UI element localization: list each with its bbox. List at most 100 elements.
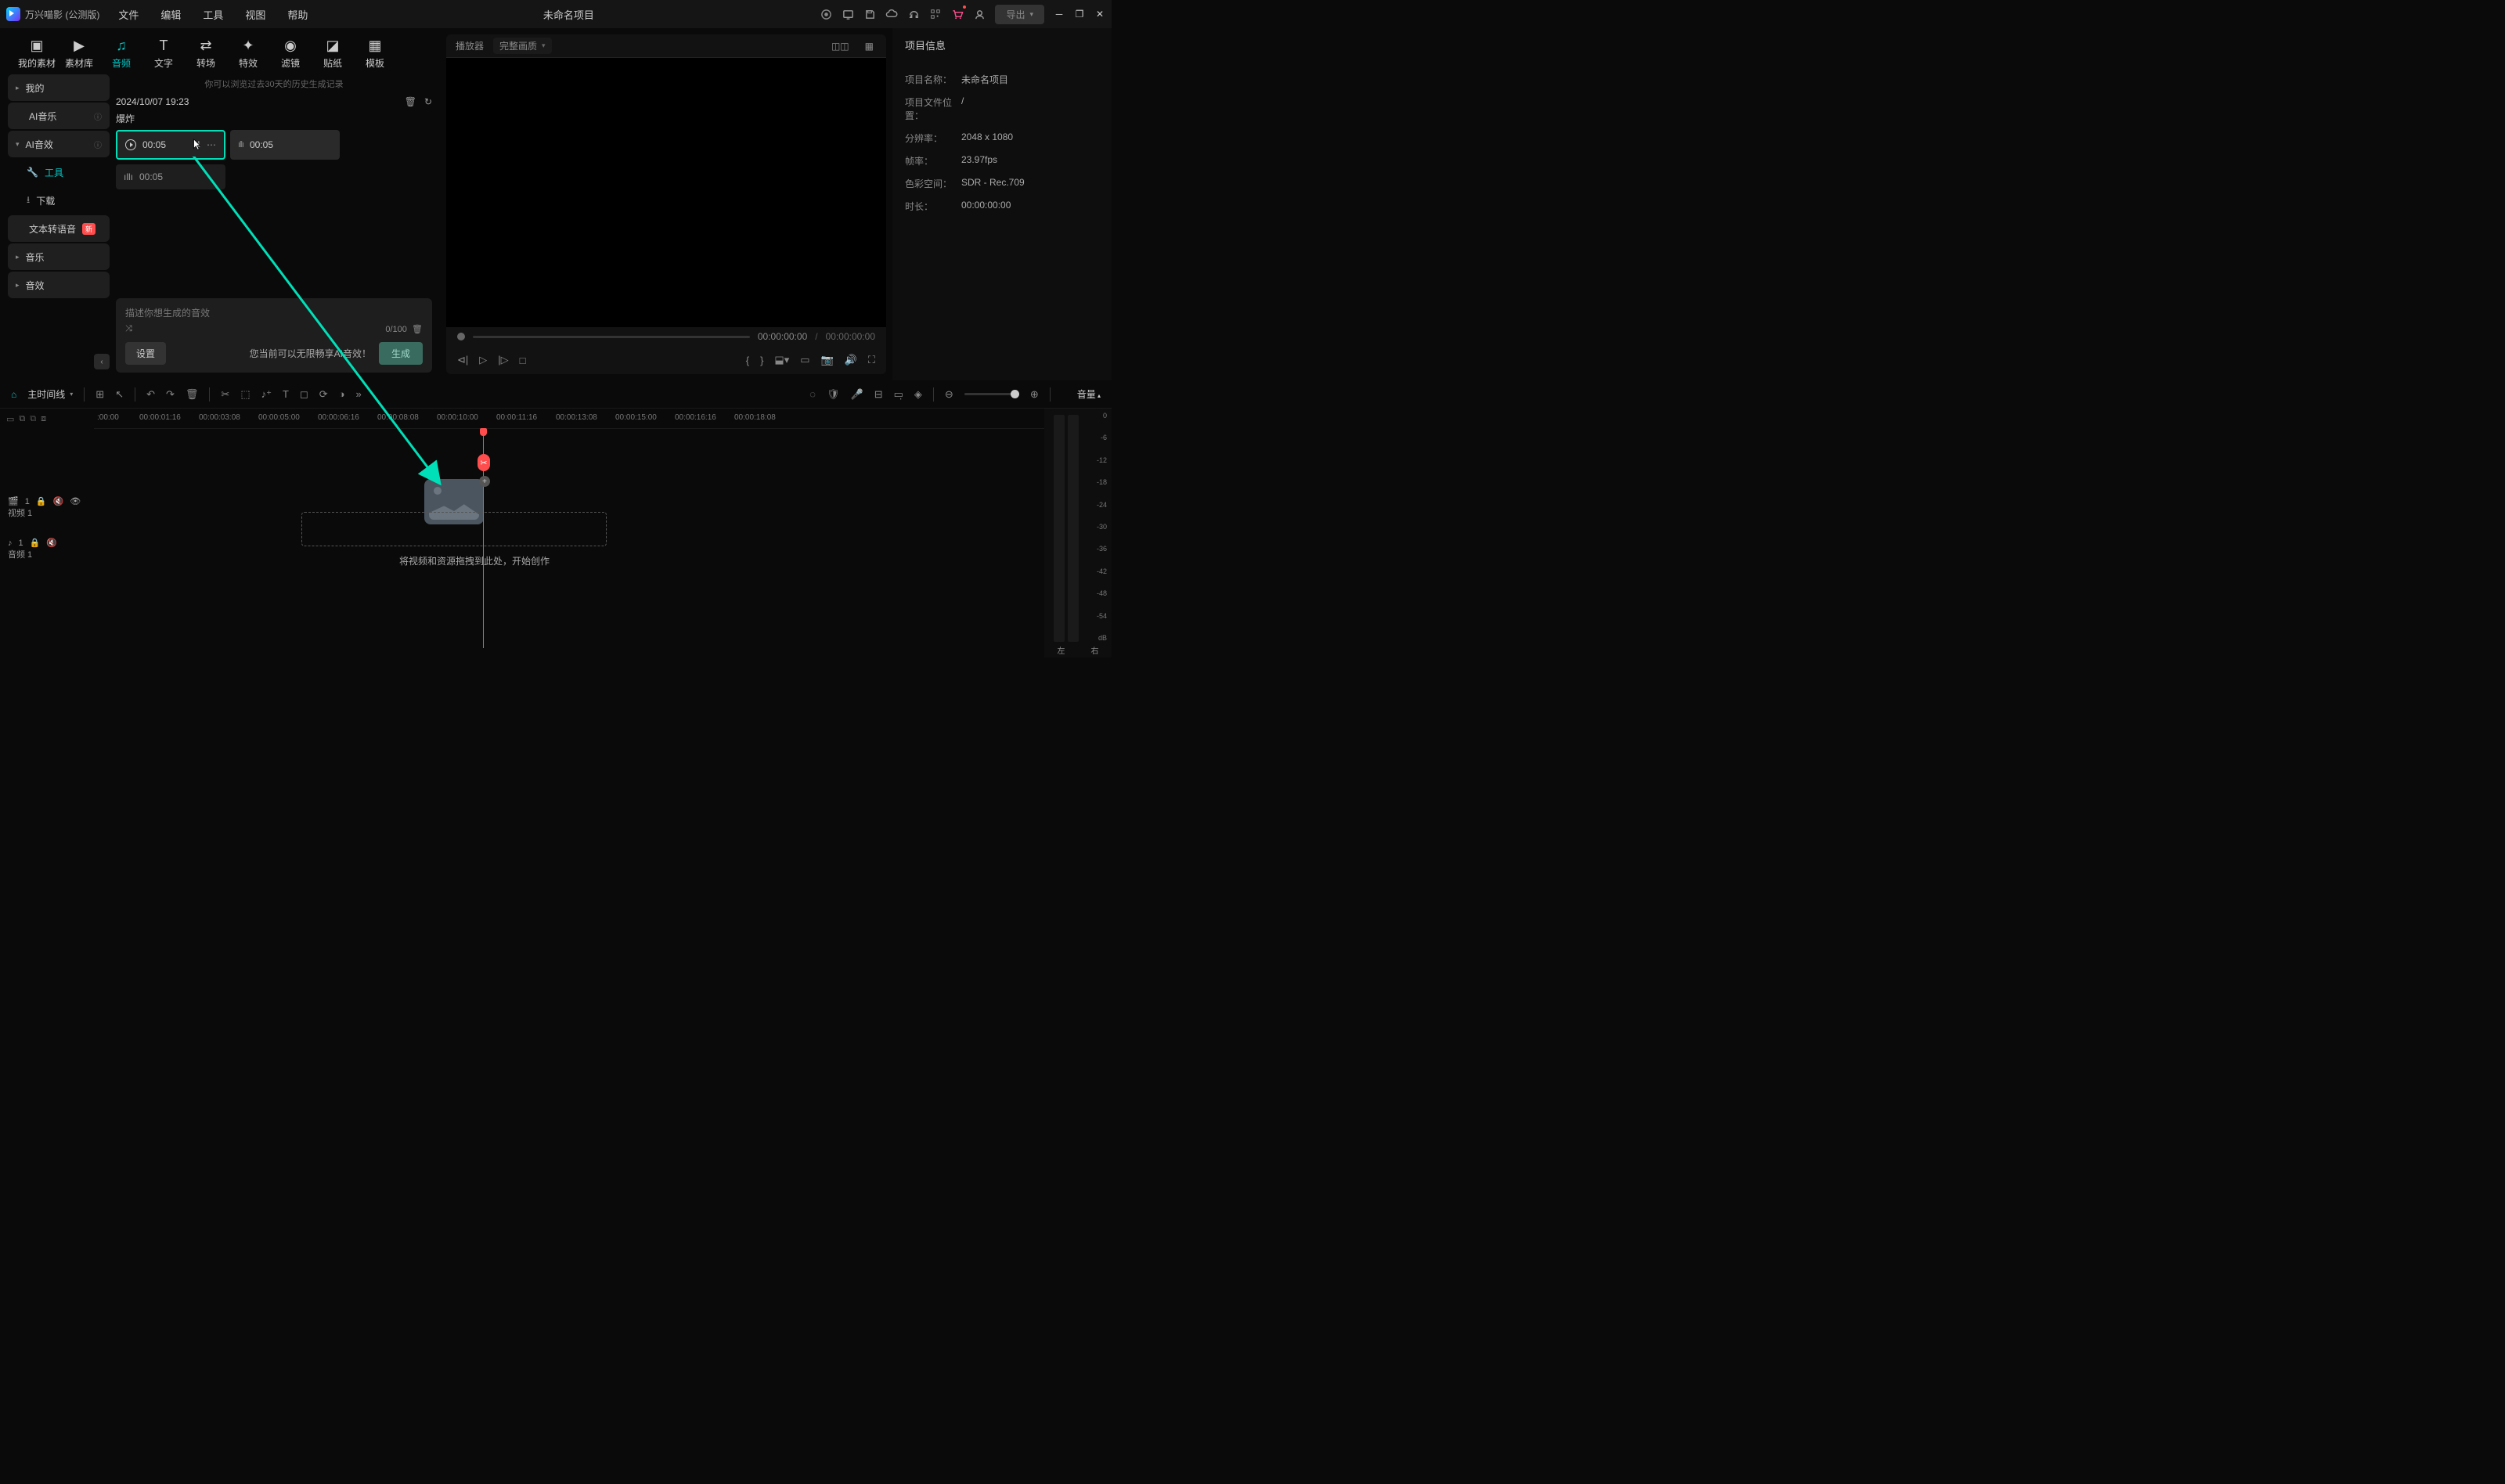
- track-toggle-3[interactable]: ⧉: [30, 414, 36, 424]
- mute-icon[interactable]: 🔇: [53, 496, 64, 506]
- cart-icon[interactable]: [951, 8, 964, 20]
- tool-a-icon[interactable]: ◌: [809, 388, 816, 400]
- lock-icon[interactable]: 🔒: [36, 496, 47, 506]
- quality-selector[interactable]: 完整画质: [493, 38, 552, 54]
- generate-button[interactable]: 生成: [379, 342, 423, 365]
- mic-icon[interactable]: 🎤: [851, 388, 863, 401]
- shield-icon[interactable]: 🛡: [827, 388, 840, 401]
- add-at-playhead[interactable]: +: [479, 476, 490, 487]
- crop-icon[interactable]: ⬚: [240, 388, 250, 401]
- sidebar-ai-sfx-tool[interactable]: 🔧工具: [8, 159, 110, 186]
- gen-settings-button[interactable]: 设置: [125, 342, 166, 365]
- refresh-history-icon[interactable]: ↻: [424, 96, 432, 107]
- menu-file[interactable]: 文件: [109, 7, 148, 22]
- zoom-out-icon[interactable]: ⊖: [945, 388, 953, 401]
- volume-icon[interactable]: 🔊: [845, 354, 857, 366]
- screen-rec-icon[interactable]: ▭̣: [894, 388, 903, 401]
- marker-icon[interactable]: ◈: [914, 388, 922, 401]
- timeline-canvas[interactable]: :00:00 00:00:01:16 00:00:03:08 00:00:05:…: [94, 409, 1044, 657]
- clear-prompt-icon[interactable]: 🗑: [412, 325, 423, 334]
- tab-transition[interactable]: ⇄转场: [185, 33, 227, 74]
- mask-icon[interactable]: ◻: [300, 388, 308, 401]
- sidebar-music[interactable]: ▸音乐: [8, 243, 110, 270]
- scrub-track[interactable]: [473, 336, 750, 338]
- delete-icon[interactable]: 🗑: [186, 388, 199, 401]
- close-button[interactable]: ✕: [1094, 9, 1105, 20]
- undo-icon[interactable]: ↶: [146, 388, 155, 401]
- qrcode-icon[interactable]: [929, 8, 942, 20]
- maximize-button[interactable]: ❐: [1074, 9, 1085, 20]
- sidebar-sfx[interactable]: ▸音效: [8, 272, 110, 298]
- timeline-ruler[interactable]: :00:00 00:00:01:16 00:00:03:08 00:00:05:…: [94, 409, 1044, 429]
- ratio-icon[interactable]: ⬓▾: [774, 354, 789, 366]
- tab-text[interactable]: T文字: [142, 33, 185, 74]
- music-tool-icon[interactable]: ♪⁺: [261, 388, 272, 401]
- audio-clip-3[interactable]: ıllı 00:05: [116, 164, 225, 189]
- audio-clip-1[interactable]: 00:05 ⭳ ⋯: [116, 130, 225, 160]
- tab-effect[interactable]: ✦特效: [227, 33, 269, 74]
- snapshot-icon[interactable]: ▭: [800, 354, 809, 366]
- audio-clip-2[interactable]: ıllı 00:05: [230, 130, 340, 160]
- tab-sticker[interactable]: ◪贴纸: [312, 33, 354, 74]
- cut-icon[interactable]: ✂: [221, 388, 229, 401]
- sidebar-tts[interactable]: 文本转语音新: [8, 215, 110, 242]
- minimize-button[interactable]: ─: [1054, 9, 1065, 20]
- track-toggle-4[interactable]: ⧈: [41, 414, 46, 424]
- visibility-icon[interactable]: 👁: [70, 496, 81, 506]
- volume-meter-label[interactable]: 音量: [1077, 387, 1101, 401]
- more-icon[interactable]: ⋯: [207, 139, 216, 150]
- player-canvas[interactable]: [446, 58, 886, 327]
- next-frame-icon[interactable]: |▷: [498, 354, 508, 366]
- track-toggle-1[interactable]: ▭: [6, 414, 14, 424]
- tab-stock[interactable]: ▶素材库: [58, 33, 100, 74]
- more-tools-icon[interactable]: »: [356, 388, 362, 400]
- tab-template[interactable]: ▦模板: [354, 33, 396, 74]
- sidebar-ai-sfx[interactable]: ▾AI音效ⓘ: [8, 131, 110, 157]
- cloud-icon[interactable]: [885, 8, 898, 20]
- timeline-title[interactable]: 主时间线: [27, 387, 73, 401]
- scrub-handle[interactable]: [457, 333, 465, 340]
- redo-icon[interactable]: ↷: [166, 388, 175, 401]
- menu-view[interactable]: 视图: [236, 7, 275, 22]
- stop-icon[interactable]: □: [520, 355, 526, 366]
- export-button[interactable]: 导出: [995, 5, 1044, 24]
- grid-tool-icon[interactable]: ⊞: [96, 388, 104, 401]
- zoom-in-icon[interactable]: ⊕: [1030, 388, 1039, 401]
- user-icon[interactable]: [973, 8, 986, 20]
- cut-marker[interactable]: ✂: [478, 454, 490, 471]
- save-icon[interactable]: [863, 8, 876, 20]
- sidebar-my[interactable]: ▸我的: [8, 74, 110, 101]
- sidebar-ai-music[interactable]: AI音乐ⓘ: [8, 103, 110, 129]
- color-icon[interactable]: ◑: [339, 388, 345, 400]
- fullscreen-icon[interactable]: ⛶: [868, 354, 875, 366]
- headphone-icon[interactable]: [907, 8, 920, 20]
- mix-icon[interactable]: ⊟: [874, 388, 883, 401]
- menu-tool[interactable]: 工具: [193, 7, 232, 22]
- lock-icon[interactable]: 🔒: [30, 538, 41, 548]
- delete-history-icon[interactable]: 🗑: [405, 96, 416, 107]
- camera-icon[interactable]: 📷: [821, 354, 834, 366]
- screen-icon[interactable]: [842, 8, 854, 20]
- tab-filter[interactable]: ◉滤镜: [269, 33, 312, 74]
- grid-icon[interactable]: ▦: [862, 41, 877, 52]
- tab-my-media[interactable]: ▣我的素材: [16, 33, 58, 74]
- record-icon[interactable]: [820, 8, 832, 20]
- sidebar-ai-sfx-download[interactable]: ⭳下载: [8, 187, 110, 214]
- play-icon[interactable]: ▷: [479, 354, 487, 366]
- drop-zone[interactable]: [301, 512, 607, 546]
- select-tool-icon[interactable]: ↖: [115, 388, 124, 401]
- menu-help[interactable]: 帮助: [278, 7, 317, 22]
- mark-out-icon[interactable]: }: [760, 355, 763, 366]
- speed-icon[interactable]: ⟳: [319, 388, 328, 401]
- prev-frame-icon[interactable]: ⊲|: [457, 354, 468, 366]
- zoom-slider[interactable]: [964, 393, 1019, 395]
- prompt-input[interactable]: 描述你想生成的音效: [125, 306, 423, 324]
- shuffle-icon[interactable]: ⤨: [125, 324, 132, 334]
- sidebar-collapse-button[interactable]: ‹: [94, 354, 110, 369]
- text-tool-icon[interactable]: T: [283, 388, 289, 400]
- download-clip-icon[interactable]: ⭳: [197, 137, 200, 153]
- home-icon[interactable]: ⌂: [11, 389, 16, 400]
- compare-icon[interactable]: ◫◫: [828, 41, 852, 52]
- menu-edit[interactable]: 编辑: [151, 7, 190, 22]
- track-toggle-2[interactable]: ⧉: [19, 414, 25, 424]
